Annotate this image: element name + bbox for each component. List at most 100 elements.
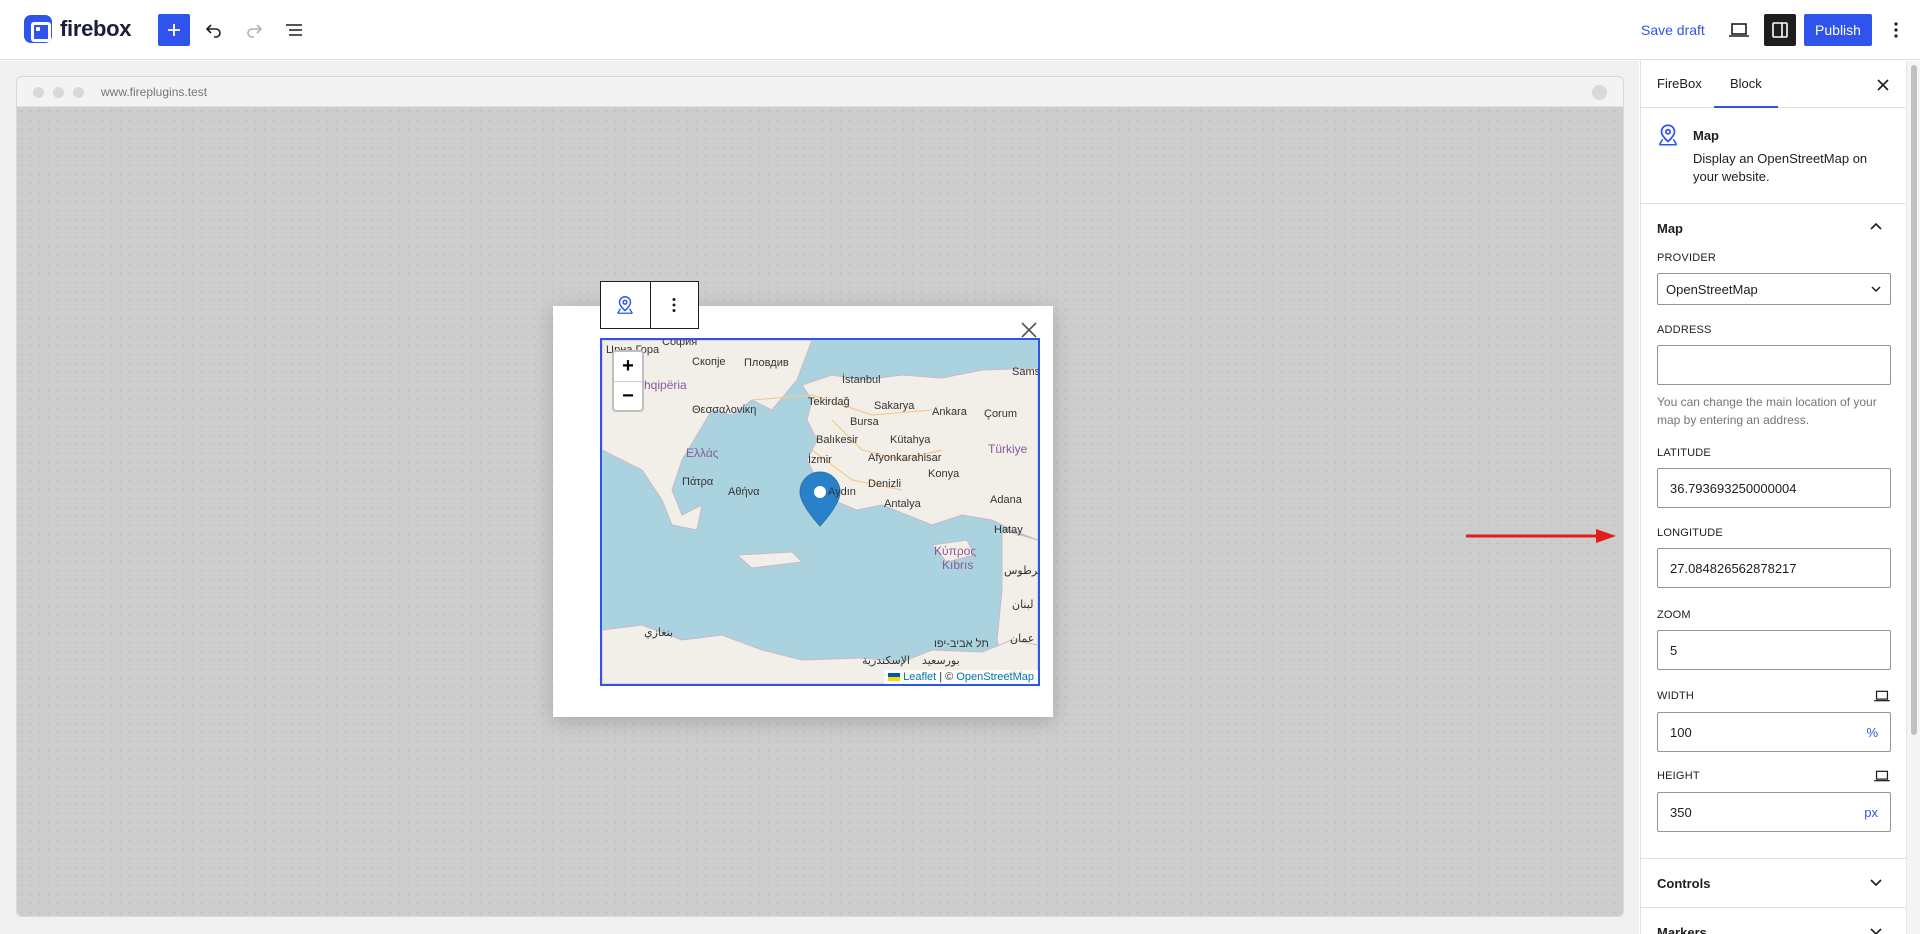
latitude-field: Latitude 36.793693250000004 <box>1657 447 1891 508</box>
address-input[interactable] <box>1657 345 1891 385</box>
add-block-button[interactable] <box>158 14 190 46</box>
zoom-value: 5 <box>1670 642 1678 658</box>
map-label: Bursa <box>850 416 879 428</box>
settings-sidebar-toggle[interactable] <box>1764 14 1796 46</box>
map-zoom-control: + − <box>612 350 644 412</box>
zoom-out-button[interactable]: − <box>614 381 642 410</box>
panel-title: Controls <box>1657 876 1711 891</box>
map-label: Ankara <box>932 406 967 418</box>
map-label: Пловдив <box>744 357 789 369</box>
zoom-field: Zoom 5 <box>1657 609 1891 670</box>
map-label: Sakarya <box>874 400 915 412</box>
provider-select[interactable]: OpenStreetMap <box>1657 273 1891 305</box>
map-pin-icon <box>617 296 634 314</box>
provider-label: Provider <box>1657 252 1717 264</box>
ukraine-flag-icon <box>888 673 901 682</box>
map-label: طرطوس <box>1004 565 1038 577</box>
close-icon[interactable] <box>1873 75 1893 95</box>
leaflet-link[interactable]: Leaflet <box>903 671 936 683</box>
longitude-label: Longitude <box>1657 527 1723 539</box>
red-arrow-icon <box>1466 529 1616 543</box>
block-description: Display an OpenStreetMap on your website… <box>1693 151 1868 184</box>
markers-panel-header[interactable]: Markers <box>1641 908 1906 934</box>
address-field: Address You can change the main location… <box>1657 324 1891 429</box>
openstreetmap-link[interactable]: OpenStreetMap <box>956 671 1034 683</box>
height-label: Height <box>1657 770 1700 782</box>
panel-title: Markers <box>1657 925 1707 934</box>
map-label: Κύπρος <box>934 544 977 558</box>
undo-button[interactable] <box>198 14 230 46</box>
width-label: Width <box>1657 690 1695 702</box>
block-card: Map Display an OpenStreetMap on your web… <box>1641 108 1906 204</box>
map-label: لبنان <box>1012 599 1034 611</box>
block-toolbar <box>600 281 699 329</box>
save-draft-button[interactable]: Save draft <box>1641 22 1705 38</box>
map-label: الإسكندرية <box>862 655 910 667</box>
height-unit[interactable]: px <box>1864 805 1878 820</box>
map-label: عمان <box>1010 633 1035 645</box>
map-label: Kütahya <box>890 434 931 446</box>
provider-value: OpenStreetMap <box>1666 281 1758 297</box>
width-unit[interactable]: % <box>1866 725 1878 740</box>
list-view-icon <box>286 24 302 36</box>
preview-button[interactable] <box>1723 14 1755 46</box>
publish-button[interactable]: Publish <box>1804 14 1872 46</box>
block-type-button[interactable] <box>601 282 650 328</box>
scrollbar-thumb[interactable] <box>1911 65 1917 735</box>
chevron-down-icon <box>1870 928 1882 934</box>
firebox-logo[interactable]: firebox <box>24 15 132 43</box>
options-button[interactable] <box>1880 14 1912 46</box>
window-dot <box>53 87 64 98</box>
map-label: بورسعيد <box>922 655 960 667</box>
map-label: Afyonkarahisar <box>868 452 942 464</box>
map-label: Çorum <box>984 408 1018 420</box>
block-options-button[interactable] <box>649 282 699 328</box>
top-toolbar: firebox Save draft Publish <box>0 0 1920 60</box>
longitude-input[interactable]: 27.084826562878217 <box>1657 548 1891 588</box>
chevron-down-icon <box>1870 879 1882 887</box>
latitude-input[interactable]: 36.793693250000004 <box>1657 468 1891 508</box>
logo-text: firebox <box>60 16 132 41</box>
controls-panel-header[interactable]: Controls <box>1641 859 1906 907</box>
browser-bar: www.fireplugins.test <box>17 77 1623 107</box>
map-label: İstanbul <box>842 374 881 386</box>
popup-close-icon[interactable] <box>1019 320 1039 340</box>
latitude-value: 36.793693250000004 <box>1670 480 1797 496</box>
map-label: Kıbrıs <box>942 558 974 572</box>
map-label: Ελλάς <box>686 446 719 460</box>
tab-block[interactable]: Block <box>1714 61 1778 108</box>
document-overview-button[interactable] <box>278 14 310 46</box>
map-block[interactable]: София Црна Гора Скопје Пловдив Shqipëria… <box>600 338 1040 686</box>
width-input[interactable]: 100 % <box>1657 712 1891 752</box>
zoom-input[interactable]: 5 <box>1657 630 1891 670</box>
map-label: Adana <box>990 494 1022 506</box>
panel-title: Map <box>1657 221 1683 236</box>
map-label: Denizli <box>868 478 902 490</box>
address-help: You can change the main location of your… <box>1657 395 1877 427</box>
tab-firebox[interactable]: FireBox <box>1657 61 1702 108</box>
width-field: Width 100 % <box>1657 689 1891 752</box>
attribution-separator: | © <box>936 671 957 683</box>
map-label: بنغازي <box>644 627 673 639</box>
map-label: İzmir <box>808 454 832 466</box>
zoom-in-button[interactable]: + <box>614 352 642 381</box>
firebox-logo-icon <box>24 15 52 43</box>
window-dot <box>73 87 84 98</box>
map-panel-header[interactable]: Map <box>1641 204 1906 252</box>
laptop-icon <box>1729 23 1749 37</box>
latitude-label: Latitude <box>1657 447 1711 459</box>
height-field: Height 350 px <box>1657 769 1891 832</box>
frame-indicator <box>1592 85 1607 100</box>
map-label: Balıkesir <box>816 434 859 446</box>
sidebar-scrollbar[interactable] <box>1906 61 1920 934</box>
height-input[interactable]: 350 px <box>1657 792 1891 832</box>
map-label: Tekirdağ <box>808 396 850 408</box>
redo-button[interactable] <box>238 14 270 46</box>
settings-sidebar: FireBox Block Map Display an OpenStreetM… <box>1640 61 1906 934</box>
laptop-icon[interactable] <box>1873 689 1891 703</box>
frame-url: www.fireplugins.test <box>101 85 208 99</box>
chevron-down-icon <box>1871 286 1881 293</box>
laptop-icon[interactable] <box>1873 769 1891 783</box>
longitude-field: Longitude 27.084826562878217 <box>1657 527 1891 588</box>
map-pin-icon <box>1658 124 1678 146</box>
